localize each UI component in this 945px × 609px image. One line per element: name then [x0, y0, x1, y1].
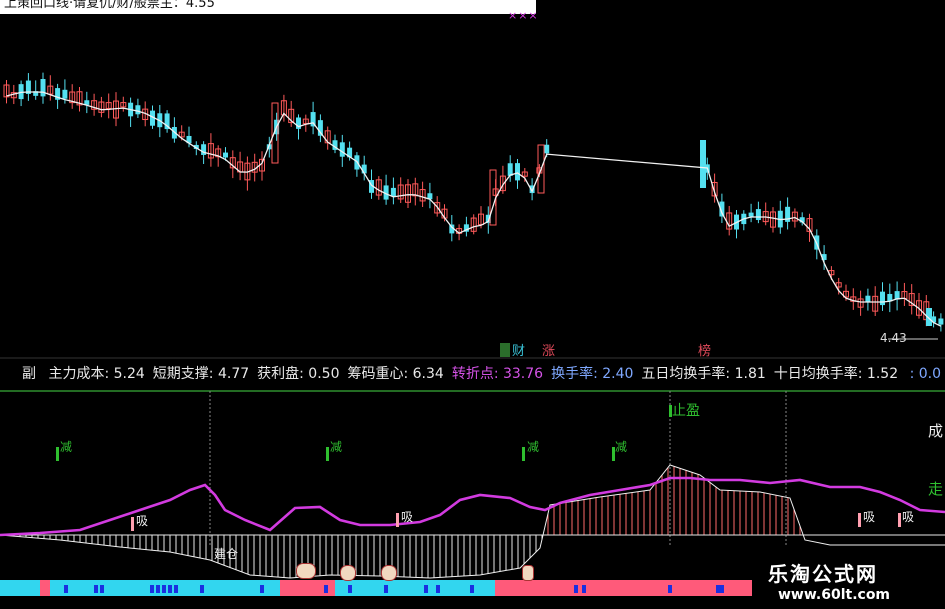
indicator-right-value: : 0.0: [909, 366, 941, 382]
strip-marker: [668, 585, 672, 593]
candle: [515, 163, 520, 181]
reduce-signals: [56, 405, 672, 461]
moving-average-line: [6, 91, 942, 327]
absorb-label: 吸: [902, 510, 915, 524]
strip-marker: [384, 585, 388, 593]
right-axis-label: 成: [927, 422, 943, 440]
candle: [755, 209, 761, 221]
money-bag-icon: [340, 565, 356, 581]
reduce-signal-bar: [56, 447, 59, 461]
strip-marker: [574, 585, 578, 593]
strip-marker: [64, 585, 68, 593]
indicator-item: 筹码重心: 6.34: [347, 366, 444, 382]
hand-icon: [522, 565, 534, 581]
candle: [40, 78, 46, 97]
brand-url: www.60lt.com: [778, 587, 891, 603]
absorb-signal-bar: [858, 513, 861, 527]
candle: [865, 295, 871, 302]
build-position-label: 建仓: [214, 547, 239, 561]
money-bag-icon: [381, 565, 397, 581]
indicator-item: 五日均换手率: 1.81: [641, 366, 766, 382]
strip-marker: [436, 585, 440, 593]
brand-name: 乐淘公式网: [768, 562, 878, 586]
absorb-label: 吸: [863, 510, 876, 524]
reduce-signal-bar: [326, 447, 329, 461]
candlestick-series: [3, 72, 944, 332]
candle: [938, 318, 944, 325]
candle: [700, 140, 706, 188]
indicator-item: 十日均换手率: 1.52: [773, 366, 899, 382]
money-bag-icon: [296, 563, 316, 579]
event-tag-rise[interactable]: 涨: [542, 340, 555, 359]
strip-segment: [40, 580, 50, 596]
strip-marker: [150, 585, 154, 593]
absorb-signal-bar: [131, 517, 134, 531]
reduce-label: 减: [60, 440, 73, 454]
candle: [223, 152, 228, 158]
event-tag-rank[interactable]: 榜: [698, 340, 711, 359]
strip-marker: [324, 585, 328, 593]
candle: [62, 89, 68, 99]
stock-chart-window: 上策回口线·请复仇/财/般票主：4.55 ××× 4.43 财 涨 榜 副 主力…: [0, 0, 945, 609]
candle: [339, 142, 345, 157]
strip-marker: [156, 585, 160, 593]
strip-marker: [260, 585, 264, 593]
strip-marker: [470, 585, 474, 593]
strip-marker: [582, 585, 586, 593]
reduce-label: 减: [527, 440, 540, 454]
indicator-item: 换手率: 2.40: [551, 366, 634, 382]
candle: [135, 105, 141, 115]
candle: [18, 84, 24, 100]
strip-marker: [168, 585, 172, 593]
take-profit-label: 止盈: [672, 403, 700, 419]
reduce-signal-bar: [522, 447, 525, 461]
strip-marker: [720, 585, 724, 593]
absorb-label: 吸: [136, 514, 149, 528]
strip-marker: [200, 585, 204, 593]
absorb-signal-bar: [898, 513, 901, 527]
candle: [390, 187, 396, 197]
strip-marker: [348, 585, 352, 593]
indicator-item: 短期支撑: 4.77: [152, 366, 250, 382]
last-price-label: 4.43: [880, 331, 907, 345]
reduce-label: 减: [330, 440, 343, 454]
candle: [880, 291, 885, 306]
reduce-label: 减: [615, 440, 628, 454]
candle: [544, 144, 550, 154]
strip-marker: [100, 585, 104, 593]
strip-marker: [94, 585, 98, 593]
watermark-brand: 乐淘公式网 www.60lt.com: [752, 556, 945, 609]
indicator-item: 获利盘: 0.50: [257, 366, 340, 382]
strip-marker: [716, 585, 720, 593]
strip-marker: [174, 585, 178, 593]
candle: [748, 212, 754, 217]
strip-marker: [162, 585, 166, 593]
strip-marker: [424, 585, 428, 593]
right-axis-label: 走: [927, 480, 943, 498]
absorb-signal-bar: [396, 513, 399, 527]
indicator-value-bar: 副 主力成本: 5.24 短期支撑: 4.77 获利盘: 0.50 筹码重心: 6.3…: [0, 362, 945, 386]
indicator-item: 转折点: 33.76: [451, 366, 544, 382]
indicator-item: 主力成本: 5.24: [48, 366, 145, 382]
indicator-prefix: 副: [22, 366, 36, 382]
event-tag-finance[interactable]: 财: [500, 340, 525, 359]
absorb-label: 吸: [401, 510, 414, 524]
